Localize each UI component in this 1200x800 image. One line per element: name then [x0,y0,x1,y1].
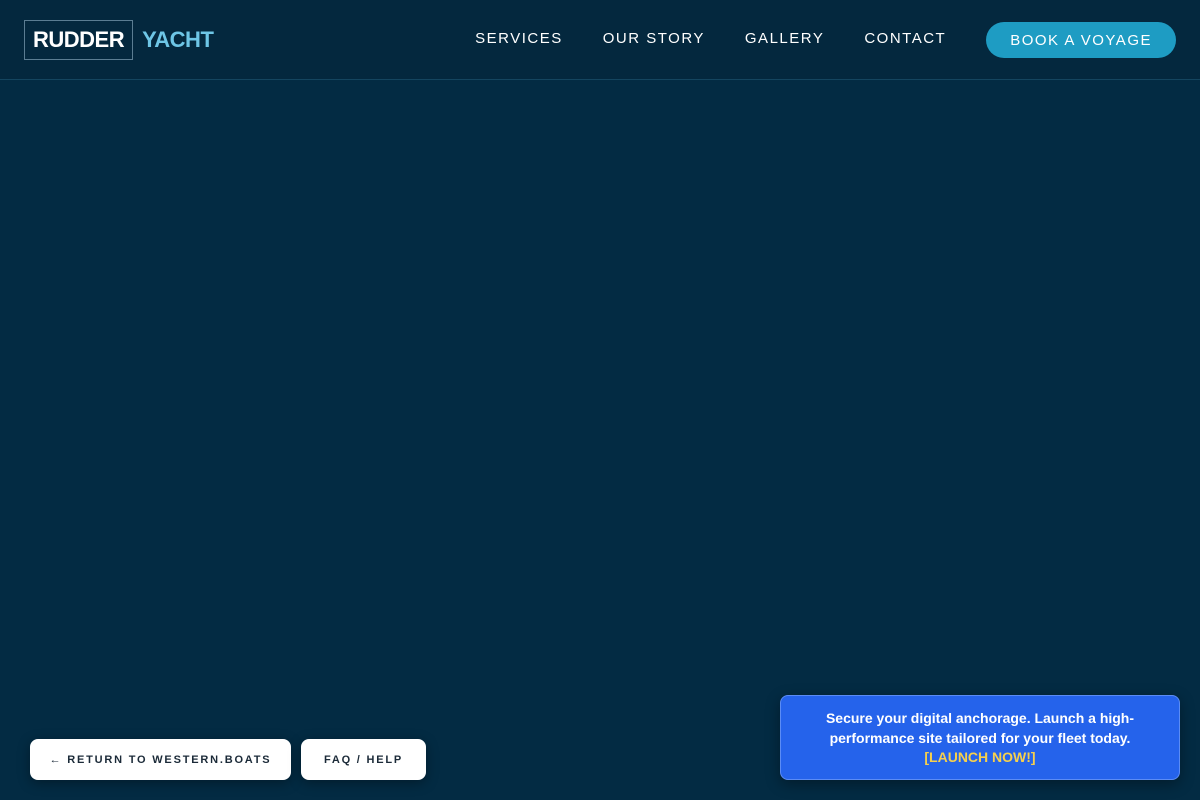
logo-primary-text: RUDDER [24,20,134,60]
book-a-voyage-button[interactable]: BOOK A VOYAGE [986,22,1176,58]
nav-link-gallery[interactable]: GALLERY [745,30,824,47]
site-header: RUDDER YACHT SERVICES OUR STORY GALLERY … [0,0,1200,80]
return-to-western-boats-button[interactable]: ← RETURN TO WESTERN.BOATS [30,739,291,780]
site-logo[interactable]: RUDDER YACHT [24,19,214,61]
nav-link-our-story[interactable]: OUR STORY [603,30,705,47]
nav-link-services[interactable]: SERVICES [475,30,563,47]
launch-now-link[interactable]: [LAUNCH NOW!] [924,749,1035,765]
page: RUDDER YACHT SERVICES OUR STORY GALLERY … [0,0,1200,800]
logo-accent-text: YACHT [142,27,214,52]
faq-help-button[interactable]: FAQ / HELP [301,739,426,780]
main-nav: SERVICES OUR STORY GALLERY CONTACT BOOK … [475,0,1200,80]
promo-banner: Secure your digital anchorage. Launch a … [780,695,1180,780]
nav-link-contact[interactable]: CONTACT [864,30,946,47]
promo-text: Secure your digital anchorage. Launch a … [825,710,1135,746]
